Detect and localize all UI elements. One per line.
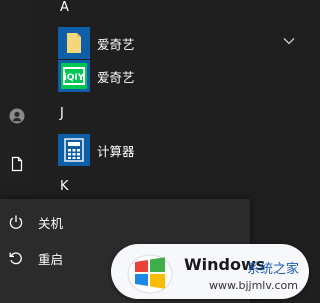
app-label: 爱奇艺 bbox=[97, 36, 135, 52]
watermark-url: www.bjjmlv.com bbox=[209, 279, 298, 292]
iqiyi-icon: iQIY bbox=[61, 63, 87, 89]
folder-icon bbox=[67, 33, 81, 53]
app-item-calculator[interactable]: 计算器 bbox=[58, 134, 298, 166]
restart-icon bbox=[9, 252, 22, 265]
power-icon bbox=[9, 215, 23, 229]
svg-text:iQIY: iQIY bbox=[64, 73, 85, 83]
watermark-title-cn: 系统之家 bbox=[247, 262, 300, 277]
watermark-badge: Windows 系统之家 www.bjjmlv.com bbox=[111, 244, 309, 299]
app-label: 爱奇艺 bbox=[97, 69, 135, 85]
app-item-iqiyi-folder[interactable]: 爱奇艺 bbox=[58, 27, 298, 59]
restart-label: 重启 bbox=[38, 251, 64, 267]
app-label: 计算器 bbox=[97, 143, 135, 159]
section-letter-a[interactable]: A bbox=[60, 0, 69, 15]
windows-logo-icon bbox=[127, 254, 173, 294]
folder-tile bbox=[58, 27, 90, 59]
calculator-icon bbox=[64, 138, 84, 162]
document-icon[interactable] bbox=[9, 156, 25, 172]
section-letter-j[interactable]: J bbox=[60, 106, 64, 121]
start-menu-rail bbox=[0, 0, 34, 200]
shutdown-label: 关机 bbox=[38, 215, 64, 231]
section-letter-k[interactable]: K bbox=[60, 179, 69, 194]
shutdown-menu-item[interactable]: 关机 bbox=[0, 204, 250, 240]
user-avatar-icon[interactable] bbox=[9, 108, 25, 124]
calculator-tile bbox=[58, 134, 90, 166]
app-item-iqiyi[interactable]: iQIY 爱奇艺 bbox=[58, 60, 298, 92]
iqiyi-tile: iQIY bbox=[58, 60, 90, 92]
